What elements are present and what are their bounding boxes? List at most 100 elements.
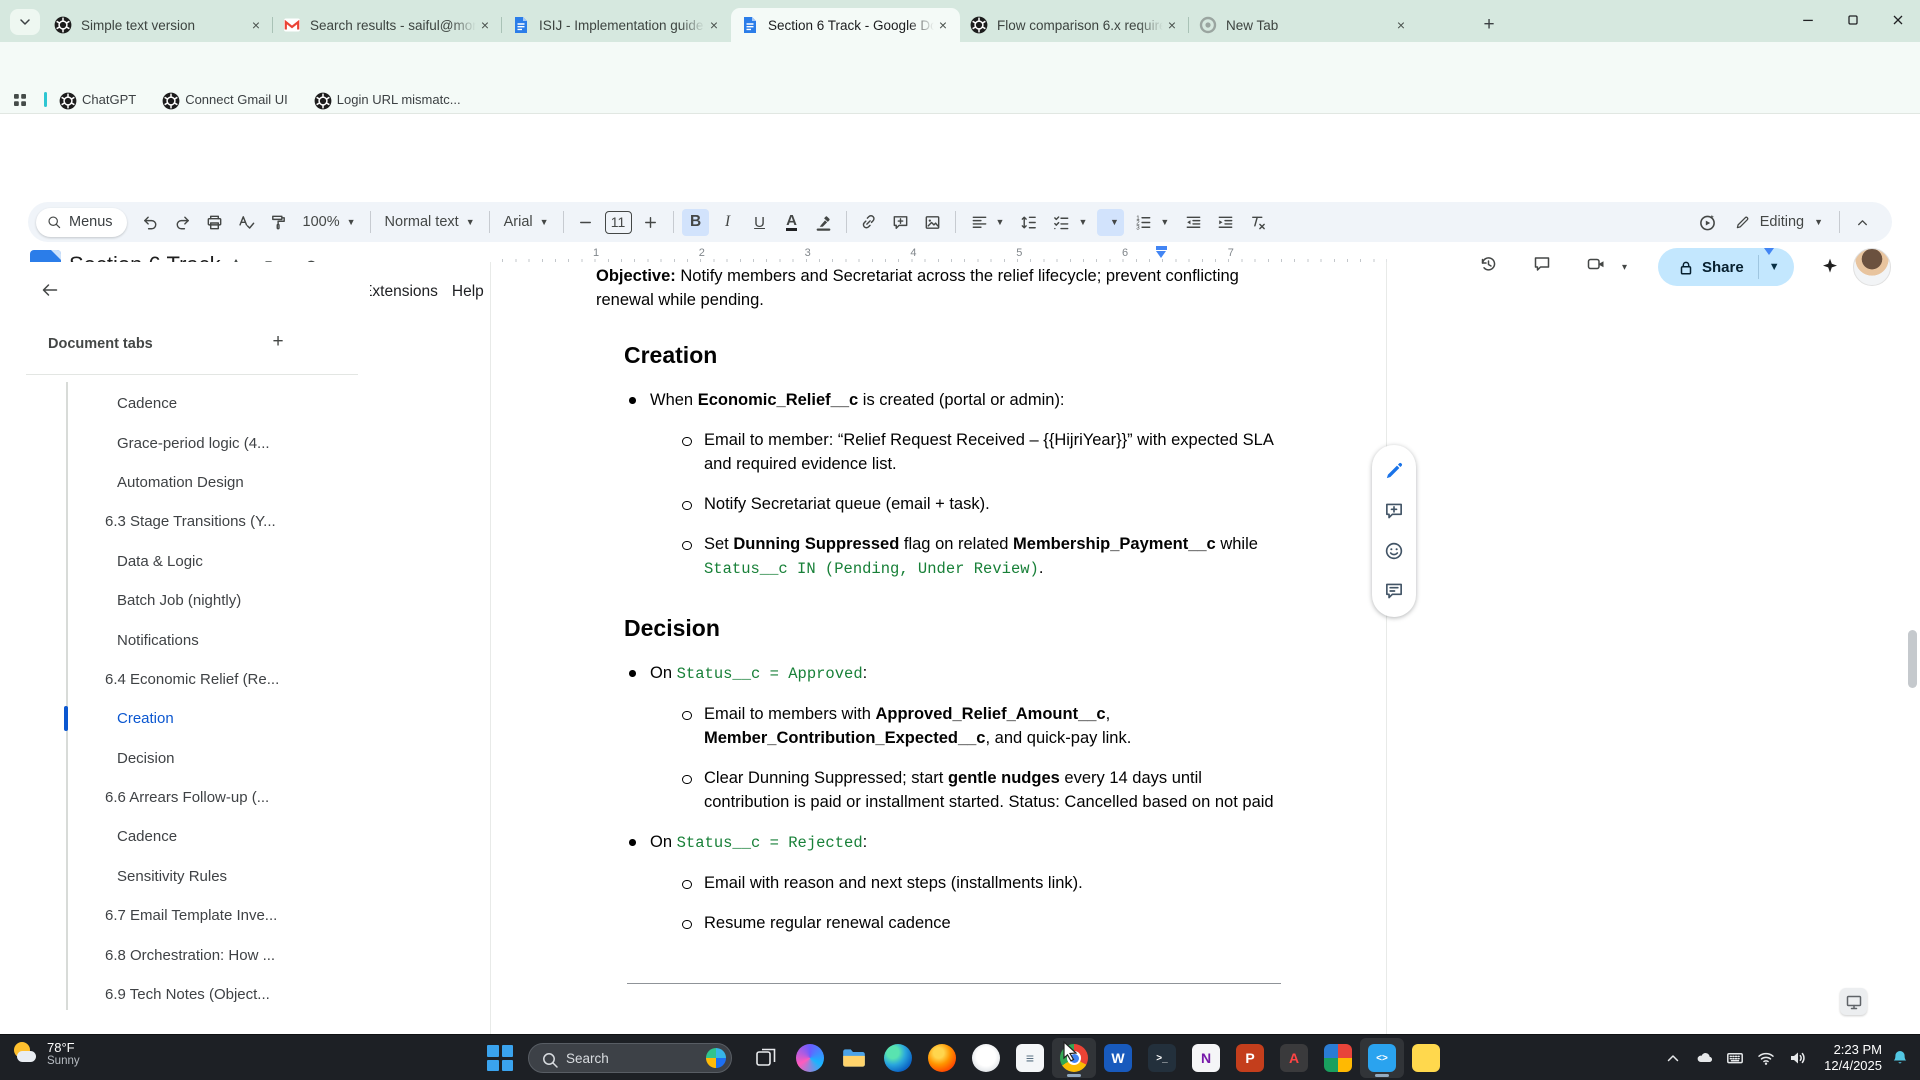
emoji-reaction-button[interactable] <box>1372 531 1416 571</box>
browser-tab-4[interactable]: Section 6 Track - Google Docs × <box>731 8 960 42</box>
volume-icon[interactable] <box>1787 1048 1807 1068</box>
font-selector[interactable]: Arial ▼ <box>498 209 555 236</box>
taskbar-app-file-explorer[interactable] <box>832 1038 876 1078</box>
right-indent-marker[interactable] <box>1764 248 1774 255</box>
tab-close-icon[interactable]: × <box>247 16 265 34</box>
touch-keyboard-icon[interactable] <box>1725 1048 1745 1068</box>
taskbar-app-onenote[interactable]: N <box>1184 1038 1228 1078</box>
clear-format-button[interactable] <box>1244 209 1271 236</box>
taskbar-app-task-view[interactable] <box>744 1038 788 1078</box>
add-comment-button[interactable] <box>1372 491 1416 531</box>
sidebar-item-data-logic[interactable]: Data & Logic <box>0 542 360 581</box>
font-size-field[interactable]: 11 <box>604 210 632 234</box>
bulleted-list-button[interactable]: ▼ <box>1097 208 1125 236</box>
start-button[interactable] <box>487 1045 513 1071</box>
browser-tab-3[interactable]: ISIJ - Implementation guide - G× <box>502 8 731 42</box>
taskbar-app-office[interactable] <box>1316 1038 1360 1078</box>
taskbar-app-powerpoint[interactable]: P <box>1228 1038 1272 1078</box>
view-comments-button[interactable] <box>1372 571 1416 611</box>
taskbar-app-notepad[interactable]: ≡ <box>1008 1038 1052 1078</box>
chevron-down-icon[interactable]: ▾ <box>1622 262 1636 288</box>
tab-close-icon[interactable]: × <box>1392 16 1410 34</box>
close-button[interactable] <box>1875 0 1920 40</box>
zoom-selector[interactable]: 100% ▼ <box>297 209 362 236</box>
redo-button[interactable] <box>169 209 196 236</box>
outdent-button[interactable] <box>1180 209 1207 236</box>
spell-check-button[interactable] <box>233 209 260 236</box>
taskbar-app-sticky-notes[interactable] <box>1404 1038 1448 1078</box>
browser-tab-2[interactable]: Search results - saiful@moment× <box>273 8 502 42</box>
document-page[interactable]: Objective: Notify members and Secretaria… <box>490 262 1387 1034</box>
print-button[interactable] <box>201 209 228 236</box>
checklist-button[interactable]: ▼ <box>1046 209 1093 236</box>
weather-widget[interactable]: 78°F Sunny <box>12 1040 80 1068</box>
style-selector[interactable]: Normal text ▼ <box>379 209 481 236</box>
sidebar-item-cadence[interactable]: Cadence <box>0 384 360 423</box>
share-dropdown-arrow[interactable]: ▼ <box>1769 261 1780 273</box>
minus-button[interactable] <box>572 209 599 236</box>
version-history-icon[interactable] <box>1478 254 1504 280</box>
bold-button[interactable]: B <box>682 208 710 236</box>
taskbar-search[interactable]: Search <box>528 1043 732 1073</box>
highlight-button[interactable] <box>810 209 837 236</box>
tab-search-button[interactable] <box>10 9 40 35</box>
tray-chevron-up-icon[interactable] <box>1663 1048 1683 1068</box>
sidebar-item-creation[interactable]: Creation <box>0 699 360 738</box>
comments-icon[interactable] <box>1532 254 1558 280</box>
browser-tab-5[interactable]: Flow comparison 6.x requireme× <box>960 8 1189 42</box>
paint-format-button[interactable] <box>265 209 292 236</box>
video-call-icon[interactable] <box>1586 254 1612 280</box>
tab-close-icon[interactable]: × <box>705 16 723 34</box>
sidebar-item-cadence[interactable]: Cadence <box>0 817 360 856</box>
minimize-button[interactable] <box>1785 0 1830 40</box>
bookmark-2[interactable]: Connect Gmail UI <box>162 92 288 109</box>
browser-tab-6[interactable]: New Tab × <box>1189 8 1418 42</box>
indent-marker[interactable] <box>1156 246 1167 250</box>
text-color-button[interactable]: A <box>778 209 805 236</box>
browser-tab-1[interactable]: Simple text version × <box>44 8 273 42</box>
wifi-icon[interactable] <box>1756 1048 1776 1068</box>
plus-button[interactable] <box>637 209 664 236</box>
present-icon[interactable] <box>1694 209 1721 236</box>
hanging-indent-marker[interactable] <box>1156 251 1166 258</box>
taskbar-app-acrobat[interactable]: A <box>1272 1038 1316 1078</box>
editing-mode-selector[interactable]: Editing ▼ <box>1724 207 1833 237</box>
sidebar-item-6-7-email-template-inve[interactable]: 6.7 Email Template Inve... <box>0 896 360 935</box>
taskbar-clock[interactable]: 2:23 PM 12/4/2025 <box>1824 1042 1882 1074</box>
sidebar-item-batch-job-nightly[interactable]: Batch Job (nightly) <box>0 581 360 620</box>
back-arrow-icon[interactable] <box>40 280 70 310</box>
numbered-list-button[interactable]: 1 2 3 ▼ <box>1128 209 1175 236</box>
add-tab-button[interactable]: + <box>266 330 290 354</box>
undo-button[interactable] <box>137 209 164 236</box>
taskbar-app-vscode[interactable]: <> <box>1360 1038 1404 1078</box>
menus-search-button[interactable]: Menus <box>36 207 127 237</box>
insert-image-button[interactable] <box>919 209 946 236</box>
taskbar-app-firefox[interactable] <box>920 1038 964 1078</box>
sidebar-item-6-6-arrears-follow-up[interactable]: 6.6 Arrears Follow-up (... <box>0 778 360 817</box>
sidebar-item-6-9-tech-notes-object[interactable]: 6.9 Tech Notes (Object... <box>0 975 360 1014</box>
underline-button[interactable]: U <box>746 209 773 236</box>
indent-button[interactable] <box>1212 209 1239 236</box>
italic-button[interactable]: I <box>714 209 741 236</box>
gemini-sparkle-icon[interactable] <box>1820 256 1842 278</box>
taskbar-app-word[interactable]: W <box>1096 1038 1140 1078</box>
side-widget-icon[interactable] <box>1840 988 1867 1015</box>
link-button[interactable] <box>855 209 882 236</box>
sidebar-item-notifications[interactable]: Notifications <box>0 620 360 659</box>
scrollbar-thumb[interactable] <box>1908 630 1917 688</box>
notifications-bell-icon[interactable] <box>1890 1048 1910 1068</box>
bookmark-3[interactable]: Login URL mismatc... <box>314 92 461 109</box>
tab-close-icon[interactable]: × <box>1163 16 1181 34</box>
sidebar-item-sensitivity-rules[interactable]: Sensitivity Rules <box>0 857 360 896</box>
menu-help[interactable]: Help <box>445 280 491 304</box>
taskbar-app-opera[interactable] <box>964 1038 1008 1078</box>
tab-close-icon[interactable]: × <box>934 16 952 34</box>
align-button[interactable]: ▼ <box>964 209 1011 236</box>
sidebar-item-6-3-stage-transitions-y[interactable]: 6.3 Stage Transitions (Y... <box>0 502 360 541</box>
taskbar-app-terminal[interactable]: >_ <box>1140 1038 1184 1078</box>
sidebar-item-decision[interactable]: Decision <box>0 739 360 778</box>
taskbar-app-copilot[interactable] <box>788 1038 832 1078</box>
line-spacing-button[interactable] <box>1015 209 1042 236</box>
sidebar-item-6-4-economic-relief-re[interactable]: 6.4 Economic Relief (Re... <box>0 660 360 699</box>
taskbar-app-edge[interactable] <box>876 1038 920 1078</box>
